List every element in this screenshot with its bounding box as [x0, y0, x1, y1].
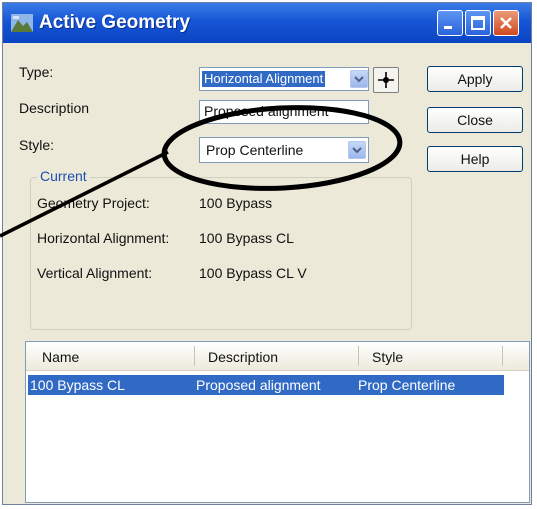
type-dropdown-button[interactable] [350, 70, 368, 88]
geometry-list[interactable]: Name Description Style 100 Bypass CL Pro… [25, 341, 530, 503]
close-button[interactable]: Close [427, 107, 523, 133]
maximize-button[interactable] [465, 10, 491, 36]
row-style-cell: Prop Centerline [358, 377, 456, 393]
geometry-project-value: 100 Bypass [199, 195, 273, 211]
close-window-button[interactable] [493, 10, 519, 36]
help-button[interactable]: Help [427, 146, 523, 172]
column-header-name[interactable]: Name [42, 349, 79, 365]
style-label: Style: [19, 137, 55, 153]
vertical-alignment-label: Vertical Alignment: [37, 265, 153, 281]
active-geometry-dialog: Active Geometry Type: Horizontal Alignme… [2, 2, 532, 505]
geometry-project-label: Geometry Project: [37, 195, 150, 211]
type-select[interactable]: Horizontal Alignment [199, 67, 369, 91]
window-title: Active Geometry [39, 12, 191, 33]
pick-geometry-button[interactable] [373, 67, 399, 93]
horizontal-alignment-label: Horizontal Alignment: [37, 230, 170, 246]
column-divider[interactable] [358, 346, 359, 366]
list-header: Name Description Style [26, 342, 529, 371]
chevron-down-icon [352, 147, 362, 154]
type-label: Type: [19, 64, 54, 80]
title-bar[interactable]: Active Geometry [3, 3, 531, 43]
crosshair-icon [378, 72, 394, 88]
description-label: Description [19, 100, 90, 116]
row-name-cell: 100 Bypass CL [30, 377, 125, 393]
vertical-alignment-value: 100 Bypass CL V [199, 265, 307, 281]
style-dropdown-button[interactable] [348, 141, 366, 159]
minimize-button[interactable] [437, 10, 463, 36]
type-select-value: Horizontal Alignment [202, 71, 326, 87]
table-row[interactable]: 100 Bypass CL Proposed alignment Prop Ce… [28, 375, 504, 395]
column-divider[interactable] [194, 346, 195, 366]
apply-button[interactable]: Apply [427, 66, 523, 92]
description-input[interactable]: Proposed alignment [199, 100, 369, 124]
horizontal-alignment-value: 100 Bypass CL [199, 230, 294, 246]
column-header-description[interactable]: Description [208, 349, 278, 365]
style-select-value: Prop Centerline [206, 142, 304, 158]
app-icon [11, 14, 33, 32]
current-group-legend: Current [37, 168, 90, 184]
style-select[interactable]: Prop Centerline [199, 137, 369, 163]
row-description-cell: Proposed alignment [196, 377, 321, 393]
column-divider[interactable] [502, 346, 503, 366]
chevron-down-icon [354, 76, 364, 83]
column-header-style[interactable]: Style [372, 349, 403, 365]
